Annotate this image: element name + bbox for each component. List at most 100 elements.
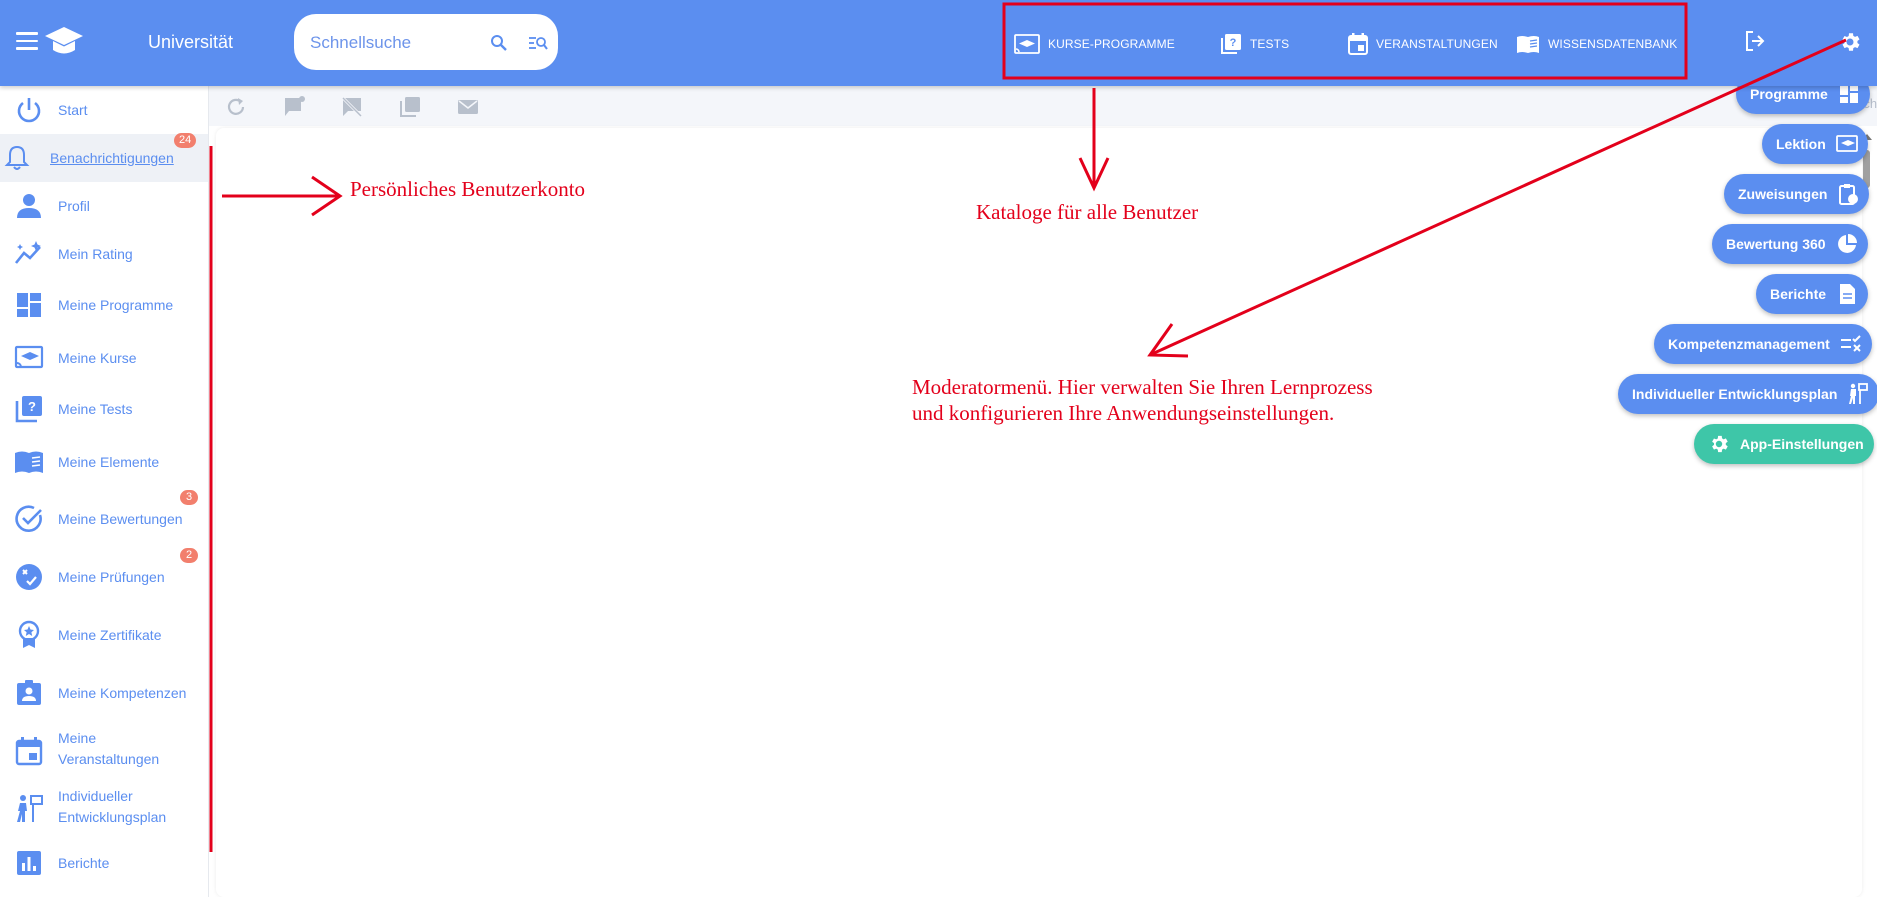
add-comment-icon[interactable] bbox=[283, 96, 305, 118]
graduation-cap-logo-icon[interactable] bbox=[44, 24, 84, 58]
quiz-icon[interactable] bbox=[399, 96, 421, 118]
nav-label: VERANSTALTUNGEN bbox=[1376, 37, 1498, 51]
hamburger-menu-icon[interactable] bbox=[16, 32, 38, 50]
sidebar-item-exams[interactable]: Meine Prüfungen 2 bbox=[0, 548, 208, 606]
comments-disabled-icon[interactable] bbox=[341, 96, 363, 118]
annotation-catalogs: Kataloge für alle Benutzer bbox=[976, 200, 1199, 224]
rating-icon bbox=[14, 241, 41, 264]
sidebar-item-label: Berichte bbox=[58, 855, 110, 871]
sidebar-item-certificates[interactable]: Meine Zertifikate bbox=[0, 606, 208, 664]
sidebar-item-label: Benachrichtigungen bbox=[50, 150, 174, 166]
assignment-icon bbox=[1839, 184, 1859, 205]
sidebar-item-label: Meine bbox=[58, 730, 97, 746]
sidebar-item-programs[interactable]: Meine Programme bbox=[0, 278, 208, 332]
sidebar-item-reports[interactable]: Berichte bbox=[0, 838, 208, 892]
cast-for-education-icon bbox=[1835, 135, 1858, 152]
gear-icon[interactable] bbox=[1838, 30, 1862, 54]
fab-reports-button[interactable]: Berichte bbox=[1756, 274, 1869, 314]
sidebar-item-label: Veranstaltungen bbox=[58, 751, 160, 767]
sidebar-item-rating[interactable]: Mein Rating bbox=[0, 230, 208, 278]
bell-icon bbox=[4, 145, 30, 170]
logout-icon[interactable] bbox=[1744, 30, 1766, 52]
refresh-icon[interactable] bbox=[225, 96, 247, 118]
content-area bbox=[216, 128, 1862, 897]
quiz-icon: ? bbox=[1221, 34, 1241, 54]
fab-evaluation-360-button[interactable]: Bewertung 360 bbox=[1712, 224, 1868, 264]
fab-assignments-button[interactable]: Zuweisungen bbox=[1724, 174, 1870, 214]
svg-text:?: ? bbox=[1230, 37, 1237, 49]
annotation-account: Persönliches Benutzerkonto bbox=[350, 177, 586, 201]
sidebar: Start Benachrichtigungen 24 Profil Mein … bbox=[0, 86, 209, 897]
cast-for-education-icon bbox=[1014, 34, 1040, 54]
evaluation-count-badge: 3 bbox=[180, 490, 198, 505]
fab-development-plan-button[interactable]: Individueller Entwicklungsplan bbox=[1618, 374, 1877, 414]
gear-icon bbox=[1712, 435, 1728, 453]
cast-for-education-icon bbox=[14, 345, 44, 369]
sidebar-item-label: Meine Zertifikate bbox=[58, 627, 162, 643]
person-icon bbox=[17, 194, 41, 218]
nav-knowledge-base[interactable]: WISSENSDATENBANK bbox=[1516, 32, 1677, 56]
report-icon bbox=[1840, 284, 1856, 304]
fab-app-settings-button[interactable]: App-Einstellungen bbox=[1694, 424, 1874, 464]
sidebar-item-label: Meine Kompetenzen bbox=[58, 685, 187, 701]
badge-person-icon bbox=[17, 680, 41, 705]
development-plan-icon bbox=[1849, 383, 1869, 404]
sidebar-item-label: Meine Prüfungen bbox=[58, 569, 165, 585]
checklist-icon bbox=[1840, 335, 1861, 352]
sidebar-item-start[interactable]: Start bbox=[0, 86, 208, 134]
dashboard-icon bbox=[1839, 85, 1858, 103]
quiz-icon: ? bbox=[15, 396, 42, 423]
svg-text:?: ? bbox=[28, 399, 36, 414]
sidebar-item-tests[interactable]: ? Meine Tests bbox=[0, 384, 208, 434]
annotation-moderator-line2: und konfigurieren Ihre Anwendungseinstel… bbox=[912, 401, 1335, 425]
sidebar-item-label: Meine Tests bbox=[58, 401, 133, 417]
sidebar-item-label: Meine Kurse bbox=[58, 350, 137, 366]
fab-competency-management-button[interactable]: Kompetenzmanagement bbox=[1654, 324, 1872, 364]
mail-icon[interactable] bbox=[457, 96, 479, 118]
menu-book-icon bbox=[1517, 36, 1539, 53]
sidebar-item-evaluations[interactable]: Meine Bewertungen 3 bbox=[0, 490, 208, 548]
fab-label: Kompetenzmanagement bbox=[1668, 336, 1830, 352]
nav-label: KURSE-PROGRAMME bbox=[1048, 37, 1175, 51]
sidebar-item-development-plan[interactable]: Individueller Entwicklungsplan bbox=[0, 780, 208, 838]
fab-label: Lektion bbox=[1776, 136, 1826, 152]
annotation-moderator-line1: Moderatormenü. Hier verwalten Sie Ihren … bbox=[912, 375, 1373, 399]
sidebar-item-label: Entwicklungsplan bbox=[58, 809, 167, 825]
sidebar-item-competencies[interactable]: Meine Kompetenzen bbox=[0, 664, 208, 722]
search-input[interactable] bbox=[308, 30, 472, 56]
check-circle-icon bbox=[15, 505, 42, 533]
sidebar-item-label: Start bbox=[58, 102, 88, 118]
power-icon bbox=[17, 98, 41, 123]
sidebar-item-label: Profil bbox=[58, 198, 90, 214]
fab-label: Bewertung 360 bbox=[1726, 236, 1826, 252]
nav-tests[interactable]: ? TESTS bbox=[1220, 32, 1289, 56]
sidebar-item-profile[interactable]: Profil bbox=[0, 182, 208, 230]
exam-count-badge: 2 bbox=[180, 548, 198, 563]
sidebar-item-label: Individueller bbox=[58, 788, 133, 804]
fab-label: Zuweisungen bbox=[1738, 186, 1828, 202]
nav-events[interactable]: VERANSTALTUNGEN bbox=[1348, 32, 1498, 56]
nav-label: WISSENSDATENBANK bbox=[1548, 37, 1678, 51]
sidebar-item-notifications[interactable]: Benachrichtigungen 24 bbox=[0, 133, 208, 182]
fab-lesson-button[interactable]: Lektion bbox=[1762, 124, 1868, 164]
sidebar-item-label: Meine Programme bbox=[58, 297, 174, 313]
advanced-search-icon[interactable] bbox=[528, 34, 548, 52]
brand-name[interactable]: Universität bbox=[148, 32, 233, 53]
nav-courses-programs[interactable]: KURSE-PROGRAMME bbox=[1014, 32, 1175, 56]
sidebar-item-courses[interactable]: Meine Kurse bbox=[0, 332, 208, 384]
fab-label: App-Einstellungen bbox=[1740, 436, 1864, 452]
quick-search bbox=[294, 14, 558, 70]
sidebar-item-elements[interactable]: Meine Elemente bbox=[0, 434, 208, 490]
fab-label: Berichte bbox=[1770, 286, 1827, 302]
sidebar-item-events[interactable]: Meine Veranstaltungen bbox=[0, 722, 208, 780]
exam-icon bbox=[16, 564, 42, 590]
sidebar-item-label: Meine Elemente bbox=[58, 454, 160, 470]
fab-label: Programme bbox=[1750, 86, 1828, 102]
dashboard-icon bbox=[17, 293, 41, 317]
pie-chart-icon bbox=[1837, 234, 1857, 253]
event-icon bbox=[1348, 33, 1368, 55]
search-icon[interactable] bbox=[490, 34, 508, 52]
development-plan-icon bbox=[17, 795, 43, 822]
nav-label: TESTS bbox=[1250, 37, 1290, 51]
fab-label: Individueller Entwicklungsplan bbox=[1632, 386, 1838, 402]
